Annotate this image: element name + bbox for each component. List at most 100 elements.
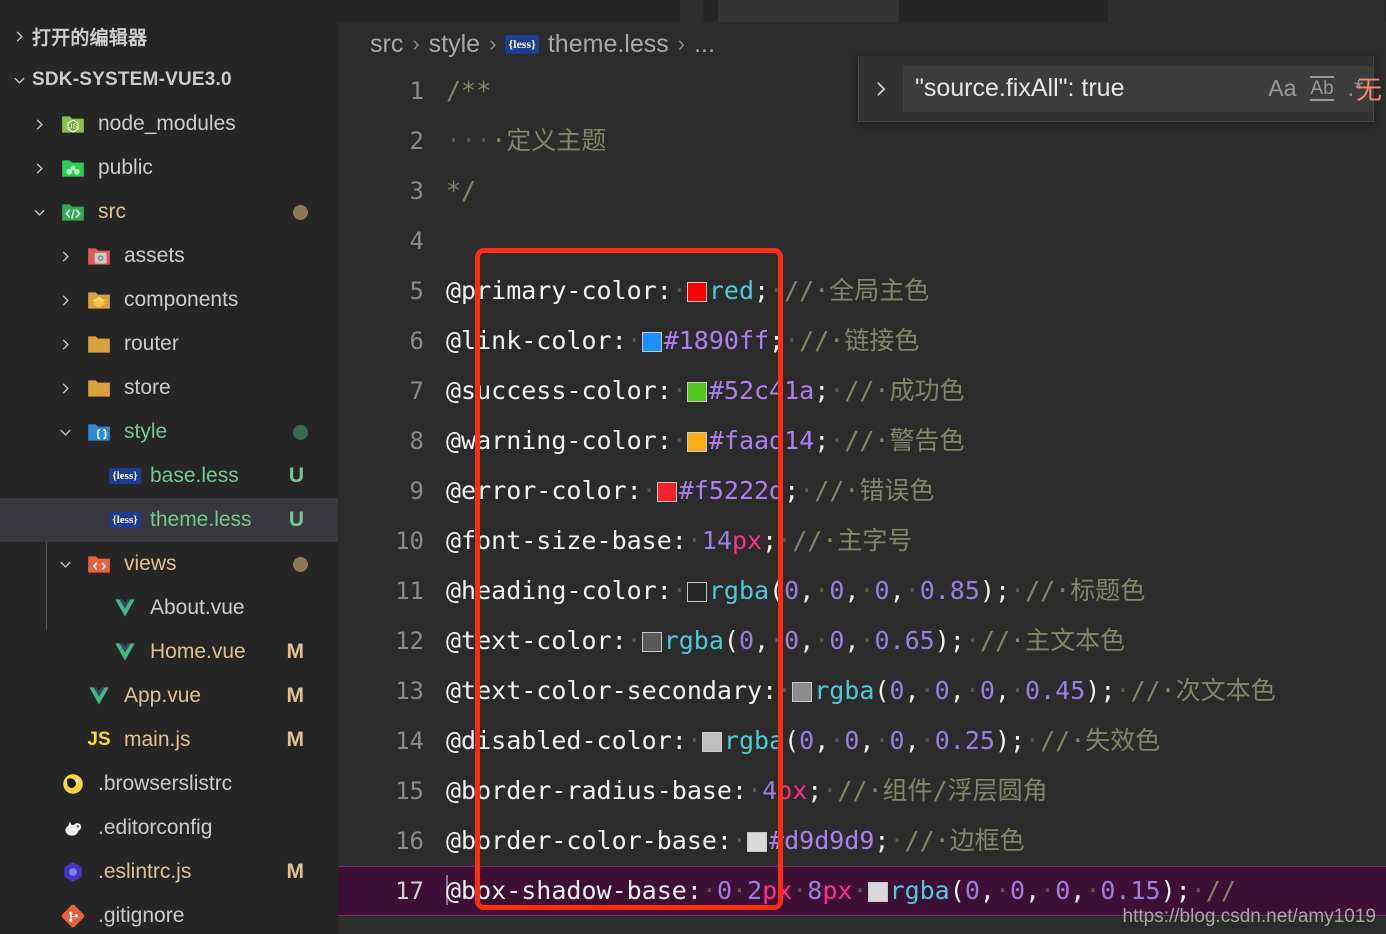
code-line[interactable]: 4	[338, 216, 1386, 266]
sidebar-item-style[interactable]: style	[0, 410, 338, 454]
sidebar-item-about-vue[interactable]: About.vue	[0, 586, 338, 630]
editor-pane: src › style › {less} theme.less › ... 1 /…	[338, 22, 1386, 934]
code-token-var: @font-size-base:	[446, 526, 687, 555]
find-expand-toggle-icon[interactable]	[859, 79, 903, 99]
folder-components-icon	[86, 287, 112, 313]
code-line[interactable]: 14 @disabled-color:· rgba(0,·0,·0,·0.25);·…	[338, 716, 1386, 766]
code-token-punct: (	[874, 676, 890, 705]
section-open-editors[interactable]: 打开的编辑器	[0, 14, 338, 58]
code-token-var: @border-color-base:	[446, 826, 732, 855]
chevron-down-icon[interactable]	[22, 205, 56, 220]
chevron-right-icon[interactable]	[48, 249, 82, 264]
code-token-var: @heading-color:	[446, 576, 672, 605]
code-token-cmt: ·定义主题	[491, 126, 607, 155]
code-line[interactable]: 7 @success-color:· #52c41a;·//·成功色	[338, 366, 1386, 416]
sidebar-item-assets[interactable]: assets	[0, 234, 338, 278]
browserslist-icon	[60, 771, 86, 797]
line-source: @box-shadow-base:·0·2px·8px· rgba(0,·0,·0…	[446, 866, 1236, 916]
sidebar-item-router[interactable]: router	[0, 322, 338, 366]
sidebar-item-store[interactable]: store	[0, 366, 338, 410]
color-swatch[interactable]	[641, 332, 662, 352]
chevron-right-icon[interactable]	[48, 293, 82, 308]
code-line[interactable]: 2 ····定义主题	[338, 116, 1386, 166]
color-swatch[interactable]	[867, 882, 888, 902]
code-token-punct: ,	[949, 676, 965, 705]
sidebar-item-main-js[interactable]: JS main.js M	[0, 718, 338, 762]
code-token-cmt: //·全局主色	[784, 276, 930, 305]
code-line[interactable]: 13 @text-color-secondary:· rgba(0,·0,·0,·0…	[338, 666, 1386, 716]
chevron-right-icon[interactable]	[22, 117, 56, 132]
color-swatch[interactable]	[747, 832, 768, 852]
sidebar-item-app-vue[interactable]: App.vue M	[0, 674, 338, 718]
code-content[interactable]: 1/** 2 ····定义主题 3 */4 5 @primary-color:· red;·/…	[338, 66, 1386, 916]
sidebar-item-views[interactable]: views	[0, 542, 338, 586]
chevron-right-icon[interactable]	[48, 337, 82, 352]
file-icon-wrap	[56, 155, 90, 181]
color-swatch[interactable]	[641, 632, 662, 652]
code-line[interactable]: 3 */	[338, 166, 1386, 216]
sidebar-item-label: base.less	[150, 464, 239, 487]
sidebar-item--editorconfig[interactable]: .editorconfig	[0, 806, 338, 850]
code-token-fn: rgba	[723, 726, 785, 755]
line-source: @text-color-secondary:· rgba(0,·0,·0,·0.4…	[446, 666, 1276, 716]
chevron-right-icon[interactable]	[48, 381, 82, 396]
code-line[interactable]: 9 @error-color:· #f5222d;·//·错误色	[338, 466, 1386, 516]
sidebar-item-src[interactable]: src	[0, 190, 338, 234]
color-swatch[interactable]	[686, 382, 707, 402]
color-swatch[interactable]	[686, 582, 707, 602]
sidebar-item-components[interactable]: components	[0, 278, 338, 322]
breadcrumb-item-style[interactable]: style	[429, 30, 480, 59]
code-line[interactable]: 6 @link-color:· #1890ff;·//·链接色	[338, 316, 1386, 366]
js-file-icon: JS	[87, 729, 111, 750]
editor-tab[interactable]	[680, 0, 704, 22]
color-swatch[interactable]	[656, 482, 677, 502]
code-line[interactable]: 5 @primary-color:· red;·//·全局主色	[338, 266, 1386, 316]
code-line[interactable]: 11 @heading-color:· rgba(0,·0,·0,·0.85);·/…	[338, 566, 1386, 616]
sidebar-item-home-vue[interactable]: Home.vue M	[0, 630, 338, 674]
sidebar-item-node-modules[interactable]: JS node_modules	[0, 102, 338, 146]
sidebar-item--gitignore[interactable]: .gitignore	[0, 894, 338, 934]
section-project-root[interactable]: SDK-SYSTEM-VUE3.0	[0, 58, 338, 102]
vue-file-icon	[86, 683, 112, 709]
code-token-punct: ,	[904, 676, 920, 705]
chevron-right-icon	[6, 29, 32, 44]
chevron-down-icon[interactable]	[48, 557, 82, 572]
sidebar-item-public[interactable]: public	[0, 146, 338, 190]
sidebar-item-theme-less[interactable]: {less} theme.less U	[0, 498, 338, 542]
breadcrumb-item-src[interactable]: src	[370, 30, 403, 59]
code-token-var: @error-color:	[446, 476, 642, 505]
code-line[interactable]: 16 @border-color-base:· #d9d9d9;·//·边框色	[338, 816, 1386, 866]
match-case-icon[interactable]: Aa	[1268, 77, 1296, 100]
color-swatch[interactable]	[686, 432, 707, 452]
sidebar-item-label: node_modules	[98, 112, 236, 135]
sidebar-item-label: App.vue	[124, 684, 202, 707]
chevron-down-icon[interactable]	[48, 425, 82, 440]
editor-tab[interactable]	[1108, 0, 1386, 22]
chevron-right-icon[interactable]	[22, 161, 56, 176]
sidebar-item-label: .gitignore	[98, 904, 185, 927]
code-line[interactable]: 8 @warning-color:· #faad14;·//·警告色	[338, 416, 1386, 466]
line-source: /**	[446, 66, 491, 116]
find-input[interactable]: "source.fixAll": true Aa Ab .*	[903, 65, 1373, 112]
color-swatch[interactable]	[701, 732, 722, 752]
code-token-punct: );	[934, 626, 965, 655]
code-line[interactable]: 12 @text-color:· rgba(0,·0,·0,·0.65);·//·主…	[338, 616, 1386, 666]
line-source: @error-color:· #f5222d;·//·错误色	[446, 466, 934, 516]
editor-tab-active[interactable]	[718, 0, 900, 22]
code-token-cmt: //	[1205, 876, 1236, 905]
whole-word-icon[interactable]: Ab	[1310, 76, 1334, 101]
line-number: 6	[409, 327, 424, 355]
sidebar-item--browserslistrc[interactable]: .browserslistrc	[0, 762, 338, 806]
color-swatch[interactable]	[792, 682, 813, 702]
color-swatch[interactable]	[686, 282, 707, 302]
code-token-var: @box-shadow-base:	[446, 876, 702, 905]
sidebar-item--eslintrc-js[interactable]: .eslintrc.js M	[0, 850, 338, 894]
sidebar-item-base-less[interactable]: {less} base.less U	[0, 454, 338, 498]
code-token-dot: ·	[889, 826, 905, 855]
code-line[interactable]: 15 @border-radius-base:·4px;·//·组件/浮层圆角	[338, 766, 1386, 816]
breadcrumb-item-symbol[interactable]: ...	[694, 30, 715, 59]
breadcrumb-item-file[interactable]: theme.less	[548, 30, 669, 59]
code-line[interactable]: 10 @font-size-base:·14px;·//·主字号	[338, 516, 1386, 566]
code-token-var: @primary-color:	[446, 276, 672, 305]
code-token-var: @text-color-secondary:	[446, 676, 778, 705]
